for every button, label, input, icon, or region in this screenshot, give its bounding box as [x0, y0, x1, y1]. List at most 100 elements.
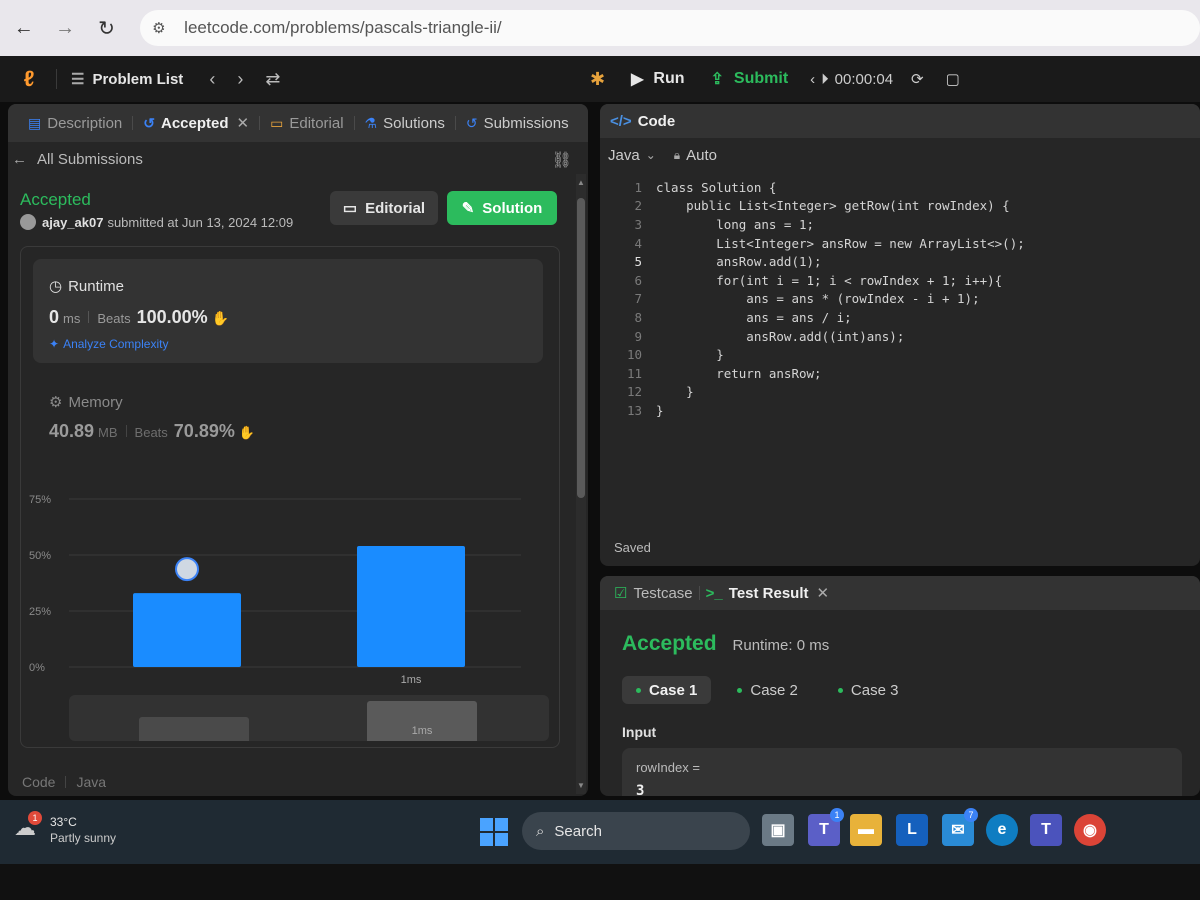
code-line[interactable]: 10 }: [600, 345, 1200, 364]
code-line[interactable]: 8 ans = ans / i;: [600, 308, 1200, 327]
x-tick-label: 1ms: [401, 674, 422, 686]
username[interactable]: ajay_ak07: [42, 215, 103, 230]
tab-code[interactable]: </> Code: [600, 104, 1200, 138]
timer[interactable]: ‹ ⏵ 00:00:04 ⟳ ▢: [810, 70, 960, 89]
timer-play-icon[interactable]: ⏵: [821, 71, 829, 88]
code-line[interactable]: 1 class Solution {: [600, 178, 1200, 197]
tab-testcase[interactable]: ☑ Testcase: [614, 584, 693, 603]
runtime-card[interactable]: ◷ Runtime 0 ms Beats 100.00% ✋ ✦ Analyze…: [33, 259, 543, 363]
memory-title[interactable]: ⚙ Memory: [49, 393, 123, 412]
shuffle-icon[interactable]: ⇄: [265, 69, 280, 90]
problem-list-button[interactable]: ☰ Problem List: [71, 70, 183, 89]
chevron-down-icon[interactable]: ⌄: [646, 148, 656, 162]
close-icon[interactable]: ✕: [817, 584, 830, 602]
divider: [125, 425, 127, 437]
memory-title-label: Memory: [68, 393, 123, 411]
line-number: 3: [634, 216, 642, 232]
tab-editorial[interactable]: ▭ Editorial: [260, 104, 353, 142]
chart-bar[interactable]: [133, 593, 241, 667]
chrome-browser-icon[interactable]: ◉: [1074, 814, 1106, 846]
solution-button[interactable]: ✎ Solution: [447, 191, 557, 225]
notes-icon[interactable]: ▢: [946, 70, 960, 88]
scroll-down-icon[interactable]: ▼: [576, 781, 586, 790]
leetcode-logo-icon[interactable]: ℓ: [16, 66, 42, 92]
close-icon[interactable]: ✕: [237, 114, 250, 132]
chart-range-selector[interactable]: 1ms: [69, 695, 549, 741]
code-line[interactable]: 7 ans = ans * (rowIndex - i + 1);: [600, 290, 1200, 309]
code-text: ans = ans * (rowIndex - i + 1);: [656, 291, 980, 307]
case-tab-1[interactable]: Case 1: [622, 676, 712, 704]
link-icon[interactable]: ⛓: [552, 150, 572, 170]
weather-widget[interactable]: ☁ 1 33°C Partly sunny: [14, 811, 116, 846]
tab-solutions[interactable]: ⚗ Solutions: [355, 104, 455, 142]
teams-icon[interactable]: T 1: [808, 808, 844, 846]
runtime-distribution-chart[interactable]: 0% 25% 50% 75% 1ms: [21, 477, 561, 697]
debug-icon[interactable]: ✱: [590, 69, 605, 90]
editorial-button[interactable]: ▭ Editorial: [330, 191, 438, 225]
lenovo-app-icon[interactable]: L: [896, 814, 928, 846]
prev-problem-icon[interactable]: ‹: [209, 69, 215, 90]
mail-icon[interactable]: ✉ 7: [942, 808, 978, 846]
taskbar-search[interactable]: ⌕ Search: [522, 812, 750, 850]
teams-chat-icon[interactable]: T: [1030, 814, 1062, 846]
tab-test-result[interactable]: >_ Test Result ✕: [706, 584, 830, 603]
code-line[interactable]: 2 public List<Integer> getRow(int rowInd…: [600, 197, 1200, 216]
line-number: 4: [634, 235, 642, 251]
submit-button[interactable]: ⇪ Submit: [701, 63, 799, 95]
code-text: ansRow.add((int)ans);: [656, 328, 905, 344]
scrollbar[interactable]: ▲ ▼: [576, 174, 586, 794]
code-line[interactable]: 13}: [600, 401, 1200, 420]
code-line[interactable]: 5 ansRow.add(1);: [600, 252, 1200, 271]
windows-start-icon[interactable]: [480, 818, 508, 846]
code-line[interactable]: 4 List<Integer> ansRow = new ArrayList<>…: [600, 234, 1200, 253]
run-button[interactable]: ▶ Run: [621, 63, 694, 95]
site-settings-icon[interactable]: ⚙: [152, 19, 176, 37]
forward-arrow-icon[interactable]: →: [49, 12, 80, 44]
case-label: Case 1: [649, 681, 698, 699]
collapse-timer-icon[interactable]: ‹: [810, 71, 815, 88]
code-text: }: [656, 384, 694, 400]
back-arrow-icon[interactable]: ←: [8, 12, 39, 44]
case-tab-3[interactable]: Case 3: [824, 676, 913, 704]
language-select[interactable]: Java: [608, 147, 640, 164]
avatar[interactable]: [20, 214, 36, 230]
chart-bar[interactable]: [357, 546, 465, 667]
code-editor[interactable]: 1 class Solution {2 public List<Integer> …: [600, 178, 1200, 518]
address-bar[interactable]: ⚙ leetcode.com/problems/pascals-triangle…: [140, 10, 1200, 46]
left-tab-bar: ▤ Description ↺ Accepted ✕ ▭ Editorial ⚗…: [8, 104, 588, 142]
case-tab-2[interactable]: Case 2: [723, 676, 812, 704]
tab-accepted[interactable]: ↺ Accepted ✕: [133, 104, 259, 142]
line-number: 13: [626, 402, 642, 418]
file-explorer-icon[interactable]: ▬: [850, 814, 882, 846]
all-submissions-link[interactable]: ← All Submissions ⛓: [8, 142, 588, 176]
next-problem-icon[interactable]: ›: [237, 69, 243, 90]
code-line[interactable]: 3 long ans = 1;: [600, 215, 1200, 234]
code-line[interactable]: 12 }: [600, 383, 1200, 402]
analyze-complexity-link[interactable]: ✦ Analyze Complexity: [49, 337, 168, 351]
tab-description[interactable]: ▤ Description: [18, 104, 132, 142]
lock-icon: 🔒︎: [673, 147, 681, 162]
runtime-metric: 0 ms Beats 100.00% ✋: [49, 307, 229, 328]
tab-submissions[interactable]: ↺ Submissions: [456, 104, 579, 142]
auto-mode[interactable]: Auto: [686, 147, 717, 164]
scroll-thumb[interactable]: [577, 198, 585, 498]
reload-icon[interactable]: ↻: [91, 12, 122, 44]
editorial-label: Editorial: [365, 199, 426, 217]
line-number: 6: [634, 272, 642, 288]
your-submission-marker[interactable]: [175, 557, 199, 582]
tab-label: Editorial: [289, 114, 344, 132]
code-line[interactable]: 9 ansRow.add((int)ans);: [600, 327, 1200, 346]
code-line[interactable]: 6 for(int i = 1; i < rowIndex + 1; i++){: [600, 271, 1200, 290]
scroll-up-icon[interactable]: ▲: [576, 178, 586, 187]
code-line[interactable]: 11 return ansRow;: [600, 364, 1200, 383]
book-icon: ▭: [270, 114, 284, 131]
task-view-icon[interactable]: ▣: [762, 814, 794, 846]
test-result-panel: ☑ Testcase >_ Test Result ✕ Accepted Run…: [600, 576, 1200, 796]
edge-browser-icon[interactable]: e: [986, 814, 1018, 846]
code-editor-panel: </> Code Java ⌄ 🔒︎ Auto 1 class Solution …: [600, 104, 1200, 566]
runtime-title: ◷ Runtime: [49, 277, 124, 296]
runtime-unit: ms: [63, 311, 81, 326]
tab-label: Solutions: [383, 114, 445, 132]
submission-status: Accepted: [20, 190, 91, 209]
reset-timer-icon[interactable]: ⟳: [911, 70, 924, 88]
